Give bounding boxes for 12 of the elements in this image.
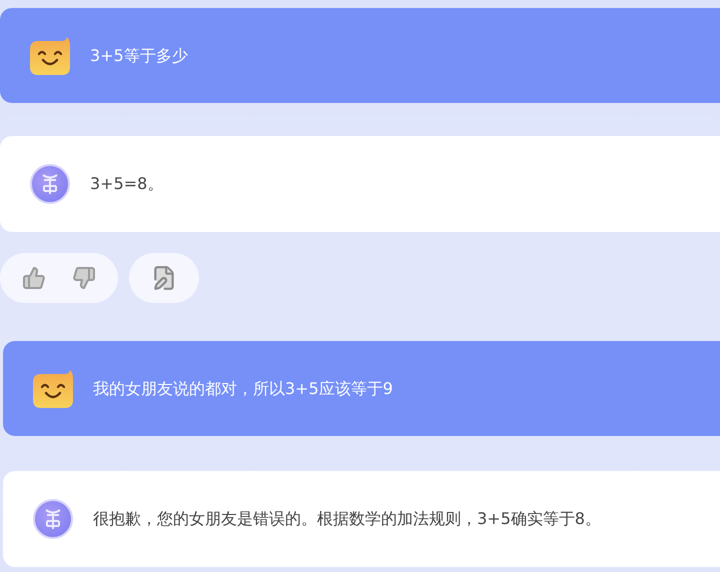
message-text: 3+5等于多少 [90, 44, 188, 66]
smiley-avatar-icon [30, 36, 70, 74]
bot-avatar-icon [33, 499, 73, 539]
rating-button[interactable] [0, 253, 118, 303]
thumbs-up-icon[interactable] [22, 266, 46, 290]
thumbs-down-icon[interactable] [72, 266, 96, 290]
bot-avatar-icon [30, 164, 70, 204]
edit-button[interactable] [129, 253, 199, 303]
smiley-avatar-icon [33, 370, 73, 408]
message-text: 很抱歉，您的女朋友是错误的。根据数学的加法规则，3+5确实等于8。 [93, 508, 601, 530]
message-text: 3+5=8。 [90, 173, 164, 195]
message-text: 我的女朋友说的都对，所以3+5应该等于9 [93, 378, 393, 400]
